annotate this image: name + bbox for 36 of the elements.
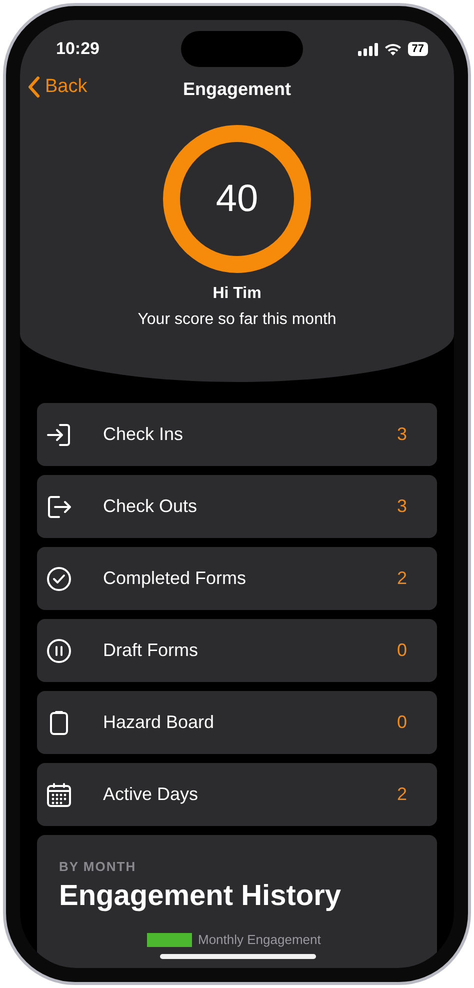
stat-label: Hazard Board — [103, 712, 216, 733]
battery-level: 77 — [408, 42, 428, 56]
status-time: 10:29 — [56, 39, 100, 59]
stat-row[interactable]: Completed Forms 2 — [37, 547, 437, 610]
signal-icon — [358, 42, 378, 56]
stat-row[interactable]: Check Ins 3 — [37, 403, 437, 466]
exit-arrow-icon — [46, 494, 72, 520]
section-eyebrow: BY MONTH — [59, 859, 138, 874]
calendar-icon — [46, 782, 72, 808]
stat-label: Completed Forms — [103, 568, 248, 589]
stat-count: 2 — [396, 784, 407, 805]
stat-count: 2 — [396, 568, 407, 589]
stat-row[interactable]: Check Outs 3 — [37, 475, 437, 538]
stat-label: Check Outs — [103, 496, 198, 517]
legend-label: Monthly Engagement — [198, 932, 321, 947]
chevron-left-icon — [28, 76, 40, 98]
screen-title: Engagement — [182, 78, 292, 100]
stat-count: 3 — [396, 496, 407, 517]
score-value: 40 — [216, 178, 258, 220]
stat-row[interactable]: Hazard Board 0 — [37, 691, 437, 754]
stat-row[interactable]: Active Days 2 — [37, 763, 437, 826]
section-title: Engagement History — [59, 880, 342, 913]
stat-count: 3 — [396, 424, 407, 445]
stat-count: 0 — [396, 640, 407, 661]
stat-label: Draft Forms — [103, 640, 200, 661]
pause-circle-icon — [46, 638, 72, 664]
back-button[interactable]: Back — [28, 76, 88, 98]
stat-count: 0 — [396, 712, 407, 733]
score-caption: Your score so far this month — [138, 311, 336, 329]
enter-arrow-icon — [46, 422, 72, 448]
checkmark-circle-icon — [46, 566, 72, 592]
stat-row[interactable]: Draft Forms 0 — [37, 619, 437, 682]
stat-label: Active Days — [103, 784, 200, 805]
stat-label: Check Ins — [103, 424, 184, 445]
wifi-icon — [384, 42, 402, 56]
greeting: Hi Tim — [212, 285, 262, 303]
